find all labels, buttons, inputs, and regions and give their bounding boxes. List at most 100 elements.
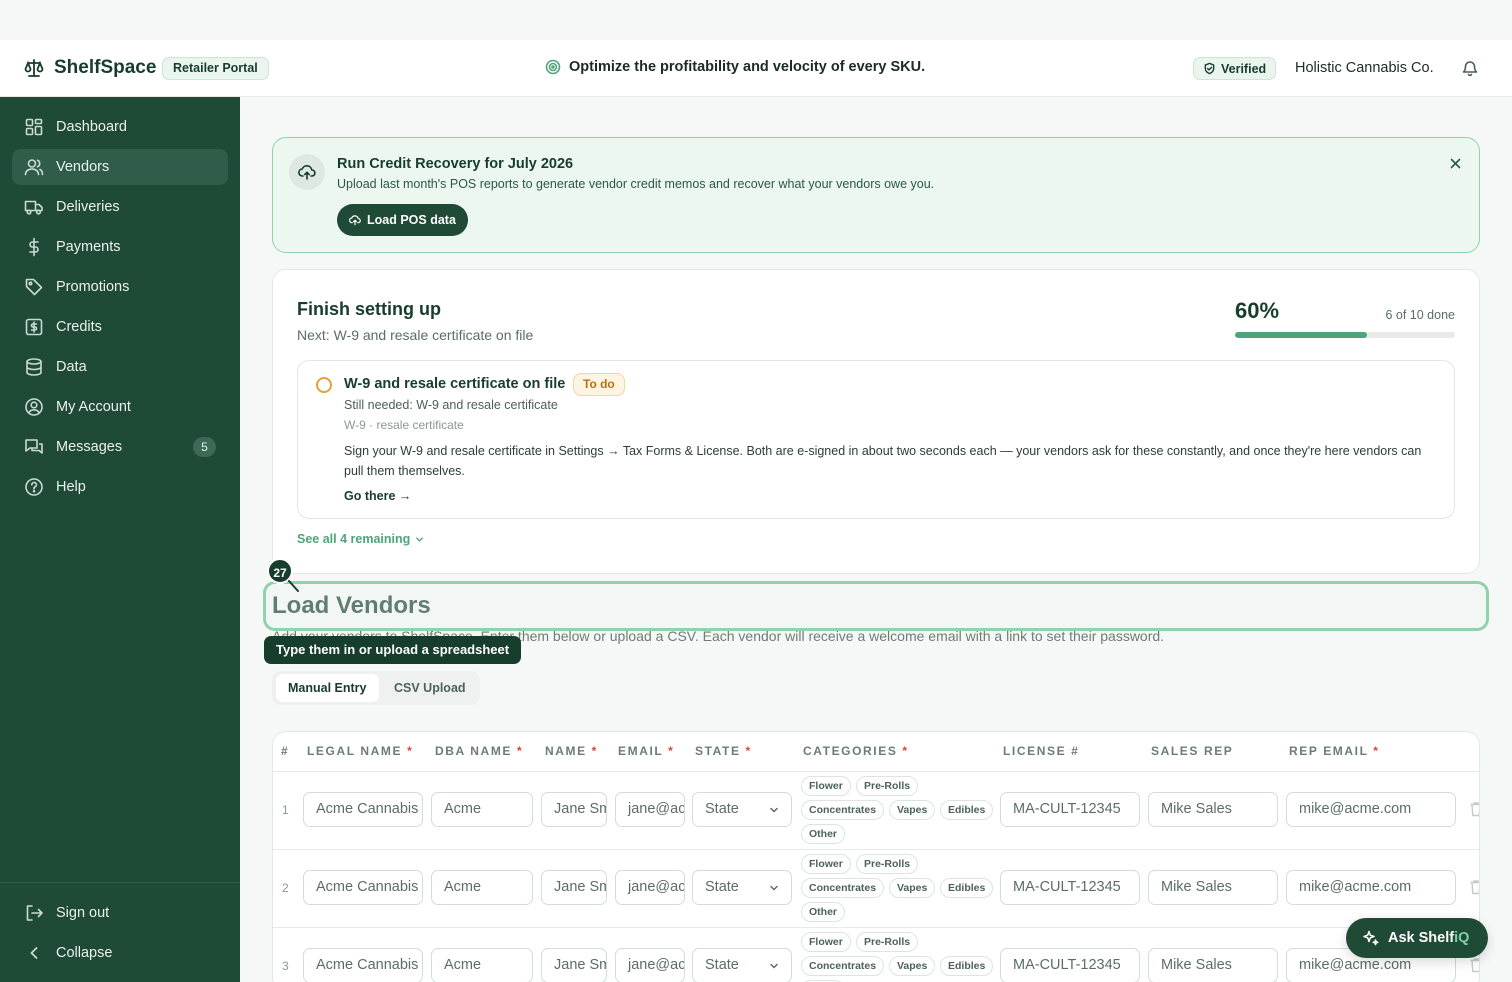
setup-task-card: W-9 and resale certificate on file To do…	[297, 360, 1455, 519]
sign-out-icon	[26, 905, 43, 921]
entry-mode-tabs: Manual Entry CSV Upload	[272, 671, 480, 705]
category-chip[interactable]: Vapes	[889, 800, 936, 820]
sidebar-item-promotions[interactable]: Promotions	[12, 269, 228, 305]
category-chip[interactable]: Other	[801, 824, 846, 844]
state-select[interactable]: State	[692, 870, 792, 905]
state-select[interactable]: State	[692, 948, 792, 982]
collapse-button[interactable]: Collapse	[12, 935, 228, 971]
ask-shelfiq-button[interactable]: Ask ShelfiQ	[1346, 918, 1488, 958]
category-chip[interactable]: Other	[801, 902, 846, 922]
sidebar-item-label: Credits	[56, 319, 102, 335]
dollar-icon	[29, 237, 39, 257]
column-header-categories: CATEGORIES *	[803, 744, 909, 758]
category-chip[interactable]: Edibles	[940, 800, 994, 820]
verified-label: Verified	[1221, 61, 1267, 76]
vendor-entry-table: # LEGAL NAME * DBA NAME * NAME * EMAIL *…	[272, 731, 1480, 982]
sidebar-item-vendors[interactable]: Vendors	[12, 149, 228, 185]
category-chip[interactable]: Vapes	[889, 956, 936, 976]
trash-icon[interactable]	[1469, 879, 1479, 900]
category-chip[interactable]: Pre-Rolls	[856, 854, 919, 874]
email-input[interactable]: jane@acme.com	[615, 792, 685, 827]
state-select[interactable]: State	[692, 792, 792, 827]
category-chip[interactable]: Flower	[801, 932, 851, 952]
task-status-badge: To do	[573, 373, 625, 396]
category-chip[interactable]: Concentrates	[801, 800, 885, 820]
name-input[interactable]: Jane Smith	[541, 870, 607, 905]
sales-rep-input[interactable]: Mike Sales	[1148, 792, 1278, 827]
dba-name-input[interactable]: Acme	[431, 792, 533, 827]
table-row: 1 Acme CannabisAcmeJane Smithjane@acme.co…	[273, 771, 1479, 849]
trash-icon[interactable]	[1469, 957, 1479, 978]
load-pos-data-button[interactable]: Load POS data	[337, 204, 468, 236]
sidebar-divider	[0, 882, 240, 883]
load-pos-data-label: Load POS data	[367, 213, 456, 227]
category-chip[interactable]: Concentrates	[801, 878, 885, 898]
sidebar-item-messages[interactable]: Messages 5	[12, 429, 228, 465]
category-chip[interactable]: Flower	[801, 854, 851, 874]
email-input[interactable]: jane@acme.com	[615, 948, 685, 982]
scale-icon	[24, 59, 44, 77]
column-header-license: LICENSE #	[1003, 744, 1080, 758]
shield-check-icon	[1204, 62, 1215, 75]
close-icon[interactable]	[1450, 156, 1461, 174]
main-content: Run Credit Recovery for July 2026 Upload…	[240, 97, 1512, 982]
legal-name-input[interactable]: Acme Cannabis	[303, 948, 423, 982]
dba-name-input[interactable]: Acme	[431, 948, 533, 982]
rep-email-input[interactable]: mike@acme.com	[1286, 792, 1456, 827]
setup-checklist: Finish setting up Next: W-9 and resale c…	[272, 269, 1480, 574]
chevron-down-icon	[770, 885, 778, 891]
ask-label: Ask Shelf	[1388, 930, 1455, 946]
sidebar-item-payments[interactable]: Payments	[12, 229, 228, 265]
sidebar-item-help[interactable]: Help	[12, 469, 228, 505]
sidebar-item-credits[interactable]: Credits	[12, 309, 228, 345]
email-input[interactable]: jane@acme.com	[615, 870, 685, 905]
license-input[interactable]: MA-CULT-12345	[1000, 948, 1140, 982]
sidebar-item-data[interactable]: Data	[12, 349, 228, 385]
category-chip[interactable]: Edibles	[940, 956, 994, 976]
tab-csv-upload[interactable]: CSV Upload	[382, 674, 478, 702]
sales-rep-input[interactable]: Mike Sales	[1148, 948, 1278, 982]
category-chip[interactable]: Flower	[801, 776, 851, 796]
company-name[interactable]: Holistic Cannabis Co.	[1295, 60, 1434, 76]
sales-rep-input[interactable]: Mike Sales	[1148, 870, 1278, 905]
category-chip[interactable]: Edibles	[940, 878, 994, 898]
category-chip[interactable]: Pre-Rolls	[856, 776, 919, 796]
bell-icon[interactable]	[1461, 59, 1479, 82]
sidebar-item-my-account[interactable]: My Account	[12, 389, 228, 425]
category-chip[interactable]: Pre-Rolls	[856, 932, 919, 952]
users-icon	[24, 159, 44, 176]
tab-manual-entry[interactable]: Manual Entry	[276, 674, 379, 702]
trash-icon[interactable]	[1469, 801, 1479, 822]
messages-icon	[25, 439, 43, 454]
name-input[interactable]: Jane Smith	[541, 948, 607, 982]
sign-out-label: Sign out	[56, 905, 110, 921]
legal-name-input[interactable]: Acme Cannabis	[303, 792, 423, 827]
banner-subtitle: Upload last month's POS reports to gener…	[337, 177, 935, 191]
see-all-remaining-button[interactable]: See all 4 remaining	[297, 532, 424, 546]
license-input[interactable]: MA-CULT-12345	[1000, 870, 1140, 905]
sidebar-item-deliveries[interactable]: Deliveries	[12, 189, 228, 225]
tag-icon	[25, 278, 43, 296]
sidebar-item-label: Promotions	[56, 279, 130, 295]
go-there-link[interactable]: Go there →	[344, 489, 411, 503]
name-input[interactable]: Jane Smith	[541, 792, 607, 827]
task-description: Sign your W-9 and resale certificate in …	[344, 444, 1422, 478]
sidebar-item-label: Data	[56, 359, 87, 375]
brand-logo[interactable]: ShelfSpace	[24, 57, 156, 79]
sign-out-button[interactable]: Sign out	[12, 895, 228, 931]
rep-email-input[interactable]: mike@acme.com	[1286, 870, 1456, 905]
column-header-sales-rep: SALES REP	[1151, 744, 1234, 758]
sidebar-item-label: Messages	[56, 439, 123, 455]
see-all-label: See all 4 remaining	[297, 532, 411, 546]
legal-name-input[interactable]: Acme Cannabis	[303, 870, 423, 905]
dba-name-input[interactable]: Acme	[431, 870, 533, 905]
category-chip[interactable]: Vapes	[889, 878, 936, 898]
category-chip[interactable]: Concentrates	[801, 956, 885, 976]
task-status-circle[interactable]	[316, 377, 332, 393]
license-input[interactable]: MA-CULT-12345	[1000, 792, 1140, 827]
browser-top-strip	[0, 0, 1512, 40]
sparkle-icon	[1363, 930, 1379, 946]
cloud-upload-icon	[349, 215, 361, 226]
sidebar-item-dashboard[interactable]: Dashboard	[12, 109, 228, 145]
credit-icon	[25, 318, 43, 336]
